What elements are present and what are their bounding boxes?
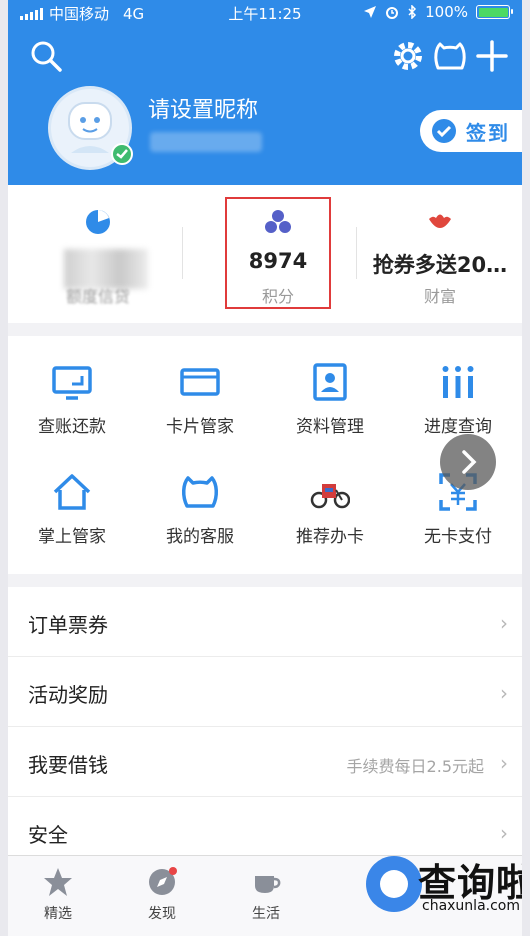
signin-button[interactable]: 签到 xyxy=(420,110,522,152)
signin-label: 签到 xyxy=(466,120,510,145)
menu-item-label: 订单票券 xyxy=(28,613,108,637)
service-label: 卡片管家 xyxy=(166,417,234,437)
tab-label: 精选 xyxy=(44,906,72,922)
nickname[interactable]: 请设置昵称 xyxy=(148,92,258,124)
chevron-right-icon: › xyxy=(500,611,508,635)
cup-icon xyxy=(255,876,281,893)
profile-header: 中国移动 4G 上午11:25 100% 请设置昵称 签到 xyxy=(8,0,522,185)
tab-discover[interactable]: 发现 xyxy=(112,856,212,936)
stat-value: 抢券多送20… xyxy=(372,253,508,277)
blurred-account-info xyxy=(150,132,262,152)
app-frame: 中国移动 4G 上午11:25 100% 请设置昵称 签到 额度信贷 8974 … xyxy=(8,0,522,936)
watermark-url: chaxunla.com xyxy=(422,898,520,914)
watermark-logo-icon xyxy=(366,856,422,912)
tab-label: 生活 xyxy=(252,906,280,922)
pie-icon xyxy=(86,210,110,234)
service-label: 掌上管家 xyxy=(38,527,106,547)
recommend-icon xyxy=(310,484,350,509)
home-icon xyxy=(53,474,91,510)
compass-icon xyxy=(149,867,177,895)
service-icon xyxy=(182,476,218,508)
avatar[interactable] xyxy=(48,86,133,170)
menu-item-hint: 手续费每日2.5元起 xyxy=(346,757,484,776)
menu-list: 订单票券 › 活动奖励 › 我要借钱 手续费每日2.5元起 › 安全 › xyxy=(8,587,522,867)
customer-service-icon[interactable] xyxy=(432,38,468,74)
stat-wealth[interactable]: 抢券多送20… 财富 xyxy=(360,185,520,323)
profile-icon xyxy=(313,363,347,401)
divider xyxy=(182,227,183,279)
bill-icon xyxy=(52,366,92,400)
tab-life[interactable]: 生活 xyxy=(216,856,316,936)
next-page-button[interactable] xyxy=(440,434,496,490)
service-support[interactable]: 我的客服 xyxy=(136,446,264,556)
wealth-icon xyxy=(429,214,451,228)
status-bar: 中国移动 4G 上午11:25 100% xyxy=(8,0,522,26)
service-label: 推荐办卡 xyxy=(296,527,364,547)
service-label: 资料管理 xyxy=(296,417,364,437)
location-icon xyxy=(364,6,377,18)
settings-gear-icon[interactable] xyxy=(390,38,426,74)
stat-label: 额度信贷 xyxy=(65,287,130,306)
service-label: 查账还款 xyxy=(38,417,106,437)
chevron-right-icon: › xyxy=(500,821,508,845)
menu-item-label: 我要借钱 xyxy=(28,753,108,777)
service-home[interactable]: 掌上管家 xyxy=(8,446,136,556)
battery-percent: 100% xyxy=(425,3,468,21)
service-label: 无卡支付 xyxy=(424,527,492,547)
add-icon[interactable] xyxy=(474,38,510,74)
stats-bar: 额度信贷 8974 积分 抢券多送20… 财富 xyxy=(8,185,522,323)
search-icon[interactable] xyxy=(28,38,64,74)
stat-credit[interactable]: 额度信贷 xyxy=(18,185,178,323)
service-card[interactable]: 卡片管家 xyxy=(136,336,264,446)
battery-icon xyxy=(476,5,513,19)
progress-icon xyxy=(442,366,474,398)
alarm-icon xyxy=(386,7,399,19)
divider xyxy=(356,227,357,279)
chevron-right-icon: › xyxy=(500,751,508,775)
highlight-box xyxy=(225,197,331,309)
menu-item-label: 活动奖励 xyxy=(28,683,108,707)
chevron-right-icon xyxy=(462,450,477,474)
bluetooth-icon xyxy=(408,5,417,19)
service-label: 我的客服 xyxy=(166,527,234,547)
service-progress[interactable]: 进度查询 xyxy=(394,336,522,446)
stat-label: 财富 xyxy=(423,287,456,306)
chevron-right-icon: › xyxy=(500,681,508,705)
menu-item-orders[interactable]: 订单票券 › xyxy=(8,587,522,657)
menu-item-loan[interactable]: 我要借钱 手续费每日2.5元起 › xyxy=(8,727,522,797)
service-bill[interactable]: 查账还款 xyxy=(8,336,136,446)
tab-label: 发现 xyxy=(148,906,176,922)
tab-featured[interactable]: 精选 xyxy=(8,856,108,936)
watermark: 查询啦 chaxunla.com xyxy=(358,850,522,920)
star-icon xyxy=(44,868,72,896)
service-profile[interactable]: 资料管理 xyxy=(266,336,394,446)
menu-item-label: 安全 xyxy=(28,823,68,847)
check-circle-icon xyxy=(432,119,456,143)
service-recommend[interactable]: 推荐办卡 xyxy=(266,446,394,556)
verified-check-icon xyxy=(111,143,133,165)
card-icon xyxy=(180,368,220,396)
menu-item-rewards[interactable]: 活动奖励 › xyxy=(8,657,522,727)
